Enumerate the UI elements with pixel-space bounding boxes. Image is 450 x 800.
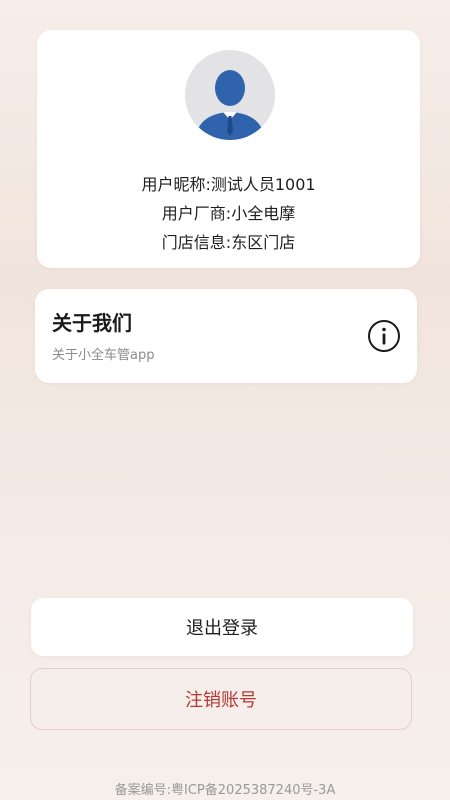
icp-record-text: 备案编号:粤ICP备2025387240号-3A xyxy=(114,783,336,798)
logout-button[interactable]: 退出登录 xyxy=(31,598,413,656)
cancel-account-button[interactable]: 注销账号 xyxy=(30,668,412,730)
about-us-subtitle: 关于小全车管app xyxy=(52,348,155,363)
nickname-text: 用户昵称:测试人员1001 xyxy=(141,175,316,194)
profile-card: 用户昵称:测试人员1001 用户厂商:小全电摩 门店信息:东区门店 xyxy=(37,30,420,268)
about-us-title: 关于我们 xyxy=(52,311,132,335)
vendor-text: 用户厂商:小全电摩 xyxy=(161,204,296,223)
avatar[interactable] xyxy=(185,50,275,140)
store-text: 门店信息:东区门店 xyxy=(161,233,296,252)
user-avatar-icon xyxy=(185,50,275,140)
about-us-card[interactable]: 关于我们 关于小全车管app xyxy=(35,289,417,383)
info-circle-icon[interactable] xyxy=(367,319,401,353)
